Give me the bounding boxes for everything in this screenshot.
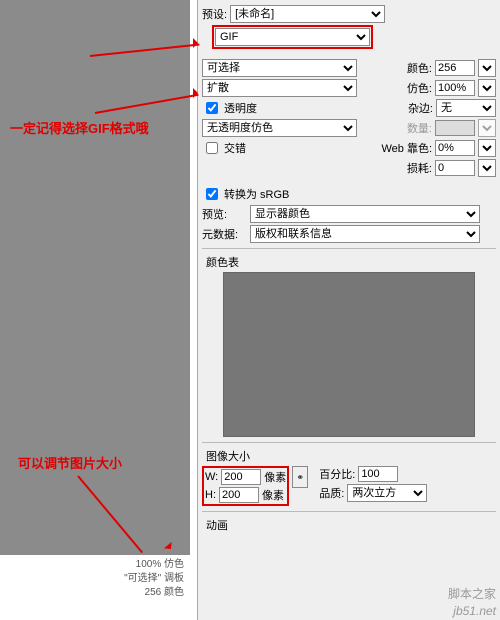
info-palette: "可选择" 调板	[6, 572, 184, 586]
trans-dither-select[interactable]: 无透明度仿色	[202, 119, 357, 137]
transparency-checkbox[interactable]	[206, 102, 218, 114]
preset-label: 预设:	[202, 6, 227, 22]
watermark-url: jb51.net	[453, 604, 496, 618]
height-label: H:	[205, 489, 216, 501]
info-dither: 100% 仿色	[6, 558, 184, 572]
width-input[interactable]	[221, 469, 261, 485]
info-colors: 256 颜色	[6, 586, 184, 600]
color-table-swatches[interactable]	[223, 272, 475, 437]
amount-dropdown	[478, 119, 496, 137]
srgb-checkbox[interactable]	[206, 188, 218, 200]
websnap-input[interactable]	[435, 140, 475, 156]
arrow-2-head	[193, 88, 203, 98]
amount-label: 数量:	[397, 120, 432, 136]
preset-select[interactable]: [未命名]	[230, 5, 385, 23]
arrow-1-head	[193, 38, 203, 48]
lossy-label: 损耗:	[407, 160, 432, 176]
metadata-label: 元数据:	[202, 226, 247, 242]
interlaced-label: 交错	[224, 140, 246, 156]
format-select[interactable]: GIF	[215, 28, 370, 46]
color-table-title: 颜色表	[206, 254, 496, 270]
matte-select[interactable]: 无	[436, 99, 496, 117]
link-dimensions-icon[interactable]: ⚭	[292, 466, 308, 488]
percent-input[interactable]	[358, 466, 398, 482]
dither-amt-input[interactable]	[435, 80, 475, 96]
colors-input[interactable]	[435, 60, 475, 76]
image-size-title: 图像大小	[206, 448, 496, 464]
preview-label: 预览:	[202, 206, 247, 222]
dither-select[interactable]: 扩散	[202, 79, 357, 97]
metadata-select[interactable]: 版权和联系信息	[250, 225, 480, 243]
dither-amt-label: 仿色:	[397, 80, 432, 96]
srgb-label: 转换为 sRGB	[224, 186, 289, 202]
quality-label: 品质:	[319, 485, 344, 501]
options-panel: 预设: [未命名] GIF 可选择 颜色: 扩散 仿色: 透明度 杂边: 无 无…	[197, 0, 500, 620]
quality-select[interactable]: 两次立方	[347, 484, 427, 502]
height-unit: 像素	[262, 487, 284, 503]
dither-amt-dropdown[interactable]	[478, 79, 496, 97]
annotation-gif-note: 一定记得选择GIF格式哦	[10, 118, 149, 137]
interlaced-checkbox[interactable]	[206, 142, 218, 154]
preview-info: 100% 仿色 "可选择" 调板 256 颜色	[0, 555, 190, 603]
websnap-dropdown[interactable]	[478, 139, 496, 157]
width-label: W:	[205, 471, 218, 483]
height-input[interactable]	[219, 487, 259, 503]
matte-label: 杂边:	[408, 100, 433, 116]
lossy-input[interactable]	[435, 160, 475, 176]
amount-input	[435, 120, 475, 136]
preview-select[interactable]: 显示器颜色	[250, 205, 480, 223]
transparency-label: 透明度	[224, 100, 257, 116]
percent-label: 百分比:	[319, 466, 355, 482]
websnap-label: Web 靠色:	[372, 140, 432, 156]
width-unit: 像素	[264, 469, 286, 485]
colors-label: 颜色:	[397, 60, 432, 76]
lossy-dropdown[interactable]	[478, 159, 496, 177]
colors-dropdown[interactable]	[478, 59, 496, 77]
watermark-text: 脚本之家	[448, 585, 496, 602]
animation-title: 动画	[206, 517, 496, 533]
reduction-select[interactable]: 可选择	[202, 59, 357, 77]
annotation-size-note: 可以调节图片大小	[18, 453, 122, 472]
